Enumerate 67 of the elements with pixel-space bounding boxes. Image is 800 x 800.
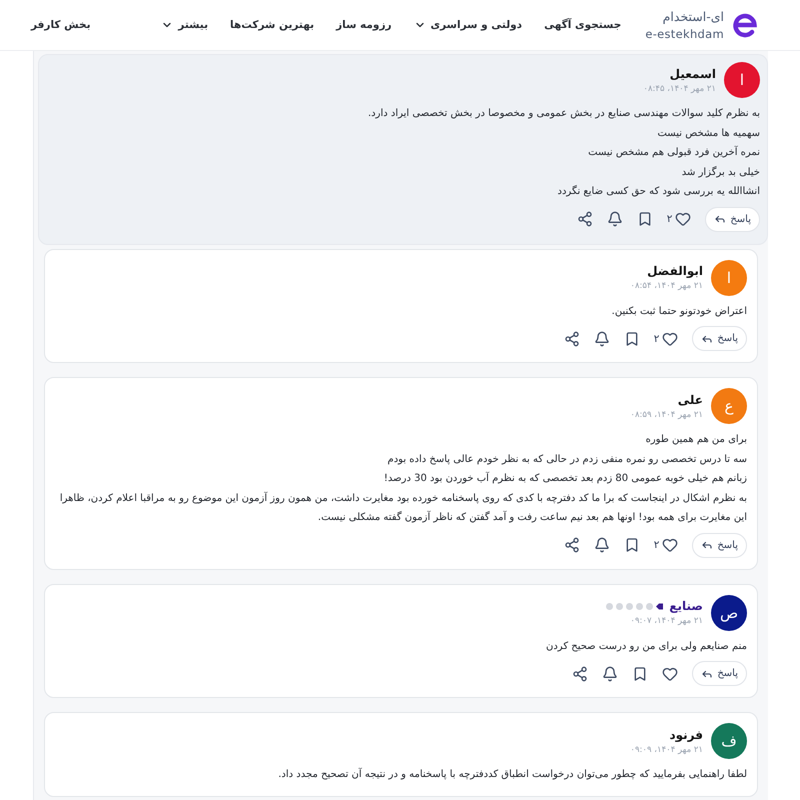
avatar: ا [724, 62, 760, 98]
level-dot-icon [626, 602, 634, 610]
reply-button[interactable]: پاسخ [692, 532, 747, 558]
bookmark-icon[interactable] [624, 537, 640, 553]
comment-date: ۲۱ مهر ۱۴۰۴، ۰۸:۵۹ [630, 410, 703, 420]
level-dot-icon [606, 602, 614, 610]
heart-icon[interactable] [662, 330, 678, 346]
level-dot-icon [636, 602, 644, 610]
comment-date: ۲۱ مهر ۱۴۰۴، ۰۸:۴۵ [643, 84, 716, 94]
reply-arrow-icon [701, 539, 714, 551]
avatar: ع [711, 388, 747, 424]
share-icon[interactable] [576, 211, 593, 227]
nav-link[interactable]: جستجوی آگهی [544, 19, 622, 31]
commenter-name: صنایع [669, 599, 703, 613]
comment-text: لطفا راهنمایی بفرمایید که چطور می‌توان درخواست انطباق کددفترچه با پاسخنامه و در نتیجه آن تصحیح مجدد داد. [277, 766, 747, 782]
comment-text: منم صنایعم ولی برای من رو درست صحیح کردن [545, 640, 747, 654]
comment-text: به نظرم کلید سوالات مهندسی صنایع در بخش عمومی و مخصوصا در بخش تخصصی ایراد دارد. [367, 107, 760, 121]
commenter-name: علی [678, 392, 703, 406]
share-icon[interactable] [564, 537, 580, 553]
commenter-name: فرنود [669, 728, 703, 742]
nav-link[interactable]: بهترین شرکت‌ها [230, 19, 314, 31]
like-count: ۲ [654, 332, 660, 344]
nav-link[interactable]: دولتی و سراسری [414, 19, 522, 31]
comment-text: اعتراض خودتونو حتما ثبت بکنین. [610, 304, 747, 318]
commenter-name: ابوالفضل [647, 264, 703, 278]
avatar: ص [711, 594, 747, 630]
avatar: ف [711, 723, 747, 759]
share-icon[interactable] [572, 666, 588, 682]
bell-icon[interactable] [602, 666, 618, 682]
reply-button[interactable]: پاسخ [692, 326, 747, 351]
like-count: ۲ [666, 213, 672, 225]
comment-text: برای من هم همین طوره [644, 433, 747, 447]
heart-icon[interactable] [675, 211, 692, 227]
comment-text: زبانم هم خیلی خوبه عمومی 80 زدم بعد تخصصی که به نظرم آب خوردن بود 30 درصد! [382, 470, 747, 486]
nav-link[interactable]: رزومه ساز [336, 19, 392, 31]
nav-link[interactable]: بیشتر [161, 19, 208, 31]
heart-icon[interactable] [662, 537, 678, 553]
comment-text: به نظرم اشکال در اینجاست که برا ما کد دفترچه با کدی که روی پاسخنامه خورده بود مغایرت داشت، من همون روز آزمون این موضوع رو به مراقبا اعلام کردن، ظاهرا این مغایرت برای همه بود! اونها هم بعد نیم ساعت رفت و آمد گفتن که ناظر آزمون گفته مشکلی نیست. [58, 490, 747, 525]
reply-arrow-icon [714, 213, 726, 225]
like-count: ۲ [654, 539, 660, 551]
bookmark-icon[interactable] [632, 666, 648, 682]
avatar: ا [711, 260, 747, 296]
comment-date: ۲۱ مهر ۱۴۰۴، ۰۹:۰۹ [630, 744, 703, 754]
comment-text: انشاالله یه بررسی شود که حق کسی ضایع نگردد [556, 184, 760, 199]
comment-date: ۲۱ مهر ۱۴۰۴، ۰۹:۰۷ [630, 616, 703, 626]
level-dot-icon [646, 602, 654, 610]
level-tag-icon [656, 602, 664, 610]
reply-button[interactable]: پاسخ [705, 206, 760, 232]
comment-text: سهمیه ها مشخص نیست [656, 126, 760, 140]
heart-icon[interactable] [662, 666, 678, 682]
level-dot-icon [616, 602, 624, 610]
share-icon[interactable] [564, 330, 580, 346]
reply-button[interactable]: پاسخ [692, 661, 747, 686]
logo-title: ای-استخدام [662, 8, 724, 24]
commenter-name: اسمعیل [670, 66, 716, 80]
employer-link[interactable]: بخش کارفر [31, 19, 91, 31]
bookmark-icon[interactable] [636, 211, 653, 227]
bell-icon[interactable] [594, 537, 610, 553]
bell-icon[interactable] [594, 330, 610, 346]
logo-icon[interactable] [732, 12, 759, 38]
comment-text: خیلی بد برگزار شد [680, 165, 760, 180]
logo-subtitle: e-estekhdam [645, 26, 724, 42]
comment-date: ۲۱ مهر ۱۴۰۴، ۰۸:۵۴ [630, 281, 703, 291]
comment-text: سه تا درس تخصصی رو نمره منفی زدم در حالی که به نظر خودم عالی پاسخ داده بودم [386, 452, 747, 466]
bookmark-icon[interactable] [624, 330, 640, 346]
bell-icon[interactable] [606, 211, 623, 227]
comment-text: نمره آخرین فرد قبولی هم مشخص نیست [587, 144, 760, 160]
